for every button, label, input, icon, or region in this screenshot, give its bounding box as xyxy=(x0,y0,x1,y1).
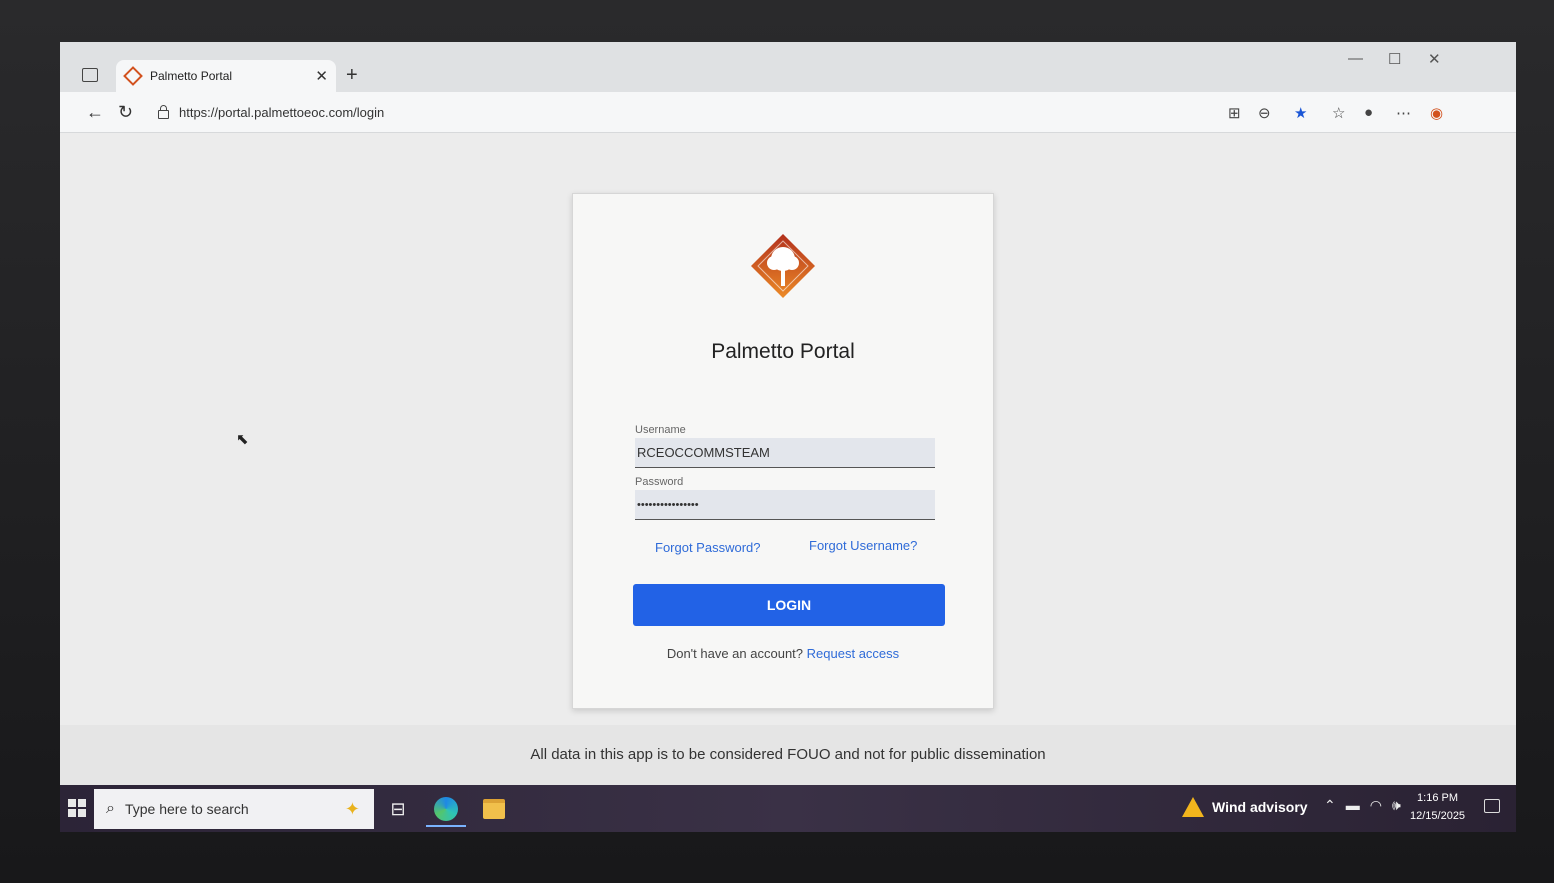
account-prompt: Don't have an account? Request access xyxy=(573,646,993,661)
login-button[interactable]: LOGIN xyxy=(633,584,945,626)
screen: Palmetto Portal ✕ + — ☐ ✕ ← ↻ https://po… xyxy=(60,42,1516,832)
address-toolbar: ← ↻ https://portal.palmettoeoc.com/login… xyxy=(60,92,1516,133)
folder-icon xyxy=(483,799,505,819)
notification-icon[interactable] xyxy=(1484,799,1500,813)
password-field[interactable]: •••••••••••••••• xyxy=(635,490,935,520)
wifi-icon[interactable]: ◠ xyxy=(1370,797,1382,814)
clock[interactable]: 1:16 PM 12/15/2025 xyxy=(1410,789,1465,825)
favorite-star-icon[interactable]: ★ xyxy=(1294,104,1307,122)
page-title: Palmetto Portal xyxy=(711,340,855,363)
login-card: Palmetto Portal Username RCEOCCOMMSTEAM … xyxy=(572,193,994,709)
search-icon: ⌕ xyxy=(106,800,115,817)
favorites-icon[interactable]: ☆ xyxy=(1332,104,1345,122)
warning-icon xyxy=(1182,797,1204,817)
mouse-cursor-icon: ⬉ xyxy=(236,431,249,448)
volume-icon[interactable]: 🕪 xyxy=(1392,797,1401,814)
page-content: ⬉ Palmetto Portal Username RCEOCCOMMSTEA… xyxy=(60,133,1516,725)
maximize-button[interactable]: ☐ xyxy=(1388,50,1401,68)
forgot-username-link[interactable]: Forgot Username? xyxy=(809,538,917,553)
profile-icon[interactable]: ● xyxy=(1364,104,1373,121)
apps-icon[interactable]: ⊞ xyxy=(1228,104,1241,122)
url-text: https://portal.palmettoeoc.com/login xyxy=(179,104,385,120)
palmetto-favicon-icon xyxy=(123,66,143,86)
new-tab-button[interactable]: + xyxy=(346,64,358,87)
clock-time: 1:16 PM xyxy=(1417,792,1459,804)
system-tray: ⌃ ▬ ◠ 🕪 xyxy=(1324,797,1401,814)
taskbar: ⌕ Type here to search ✦ ⊟ Wind advisory … xyxy=(60,785,1516,832)
file-explorer-button[interactable] xyxy=(474,793,514,825)
taskbar-search[interactable]: ⌕ Type here to search ✦ xyxy=(94,789,374,829)
tab-title: Palmetto Portal xyxy=(150,69,233,83)
minimize-button[interactable]: — xyxy=(1348,50,1363,67)
address-bar[interactable]: https://portal.palmettoeoc.com/login xyxy=(152,98,1192,126)
fouo-notice: All data in this app is to be considered… xyxy=(60,725,1516,785)
back-button[interactable]: ← xyxy=(86,102,104,123)
more-menu-icon[interactable]: ⋯ xyxy=(1396,104,1411,122)
clock-date: 12/15/2025 xyxy=(1410,810,1466,822)
weather-alert[interactable]: Wind advisory xyxy=(1182,797,1308,817)
username-label: Username xyxy=(635,424,686,436)
no-account-text: Don't have an account? xyxy=(666,646,804,661)
windows-start-icon[interactable] xyxy=(68,799,86,817)
edge-icon xyxy=(434,797,458,821)
username-field[interactable]: RCEOCCOMMSTEAM xyxy=(635,438,935,468)
lock-icon xyxy=(158,104,169,119)
edge-taskbar-button[interactable] xyxy=(426,793,466,827)
task-view-icon[interactable]: ⊟ xyxy=(378,793,418,825)
browser-tab[interactable]: Palmetto Portal ✕ xyxy=(116,60,336,92)
sidebar-toggle-icon[interactable] xyxy=(82,68,98,82)
reader-icon[interactable]: ⊖ xyxy=(1258,104,1271,122)
password-label: Password xyxy=(635,476,684,488)
close-tab-button[interactable]: ✕ xyxy=(315,67,328,85)
sparkle-icon: ✦ xyxy=(344,798,360,819)
close-window-button[interactable]: ✕ xyxy=(1428,50,1441,68)
reload-button[interactable]: ↻ xyxy=(118,102,133,123)
search-placeholder: Type here to search xyxy=(124,801,249,817)
request-access-link[interactable]: Request access xyxy=(807,646,900,661)
forgot-password-link[interactable]: Forgot Password? xyxy=(655,540,761,555)
chevron-up-icon[interactable]: ⌃ xyxy=(1324,797,1336,814)
tab-bar: Palmetto Portal ✕ + — ☐ ✕ xyxy=(60,42,1516,92)
palmetto-logo-icon xyxy=(751,234,815,298)
battery-icon[interactable]: ▬ xyxy=(1346,797,1360,814)
weather-alert-text: Wind advisory xyxy=(1212,799,1308,815)
copilot-icon[interactable]: ◉ xyxy=(1430,104,1443,122)
